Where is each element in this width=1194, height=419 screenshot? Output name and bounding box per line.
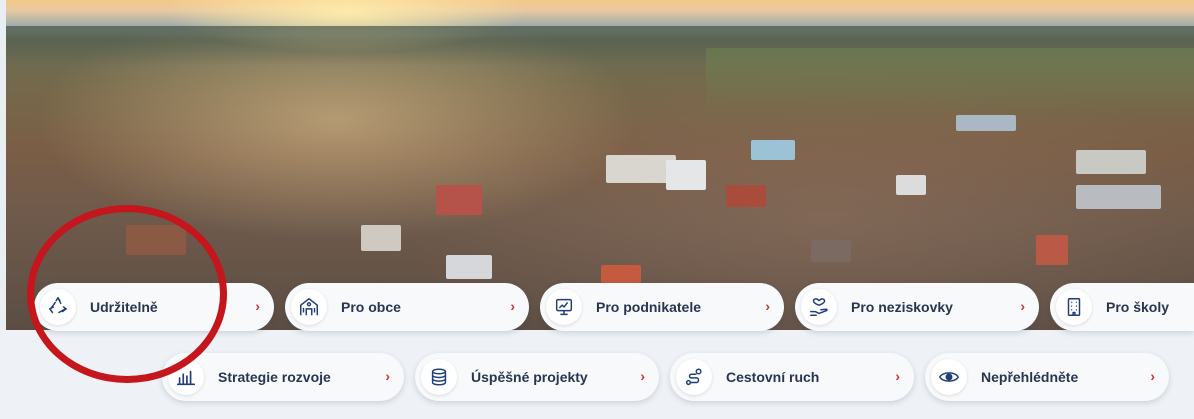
building-roof	[956, 115, 1016, 131]
category-label: Nepřehlédněte	[981, 369, 1079, 385]
category-label: Pro obce	[341, 299, 401, 315]
house-roof	[601, 265, 641, 283]
category-uspesne-projekty[interactable]: Úspěšné projekty ›	[415, 353, 659, 401]
category-label: Udržitelně	[90, 299, 158, 315]
distant-fields	[706, 48, 1194, 118]
house-roof	[896, 175, 926, 195]
house-roof	[811, 240, 851, 262]
building-roof	[1076, 185, 1161, 209]
category-pro-obce[interactable]: Pro obce ›	[285, 283, 529, 331]
town-hall-icon	[291, 289, 327, 325]
coins-stack-icon	[421, 359, 457, 395]
building-roof	[446, 255, 492, 279]
house-roof	[126, 225, 186, 255]
category-pro-neziskovky[interactable]: Pro neziskovky ›	[795, 283, 1039, 331]
category-neprehlednete[interactable]: Nepřehlédněte ›	[925, 353, 1169, 401]
category-pro-podnikatele[interactable]: Pro podnikatele ›	[540, 283, 784, 331]
chevron-right-icon: ›	[385, 368, 390, 384]
house-roof	[1036, 235, 1068, 265]
chevron-right-icon: ›	[255, 298, 260, 314]
category-label: Pro školy	[1106, 299, 1170, 315]
bar-chart-icon	[168, 359, 204, 395]
category-label: Úspěšné projekty	[471, 369, 588, 385]
house-roof	[726, 185, 766, 207]
category-cestovni-ruch[interactable]: Cestovní ruch ›	[670, 353, 914, 401]
chevron-right-icon: ›	[1020, 298, 1025, 314]
house-roof	[436, 185, 482, 215]
building-roof	[666, 160, 706, 190]
chevron-right-icon: ›	[640, 368, 645, 384]
category-strategie-rozvoje[interactable]: Strategie rozvoje ›	[162, 353, 404, 401]
category-label: Pro podnikatele	[596, 299, 702, 315]
house-roof	[361, 225, 401, 251]
building-roof	[1076, 150, 1146, 174]
chevron-right-icon: ›	[1150, 368, 1155, 384]
heart-hand-icon	[801, 289, 837, 325]
category-pro-skoly[interactable]: Pro školy	[1050, 283, 1194, 331]
business-chart-icon	[546, 289, 582, 325]
chevron-right-icon: ›	[510, 298, 515, 314]
route-icon	[676, 359, 712, 395]
recycle-icon	[40, 289, 76, 325]
building-roof	[751, 140, 795, 160]
category-label: Pro neziskovky	[851, 299, 953, 315]
chevron-right-icon: ›	[895, 368, 900, 384]
school-building-icon	[1056, 289, 1092, 325]
hero-aerial-town-photo	[6, 0, 1194, 330]
category-label: Cestovní ruch	[726, 369, 820, 385]
category-label: Strategie rozvoje	[218, 369, 331, 385]
chevron-right-icon: ›	[765, 298, 770, 314]
category-udrzitelne[interactable]: Udržitelně ›	[34, 283, 274, 331]
eye-icon	[931, 359, 967, 395]
